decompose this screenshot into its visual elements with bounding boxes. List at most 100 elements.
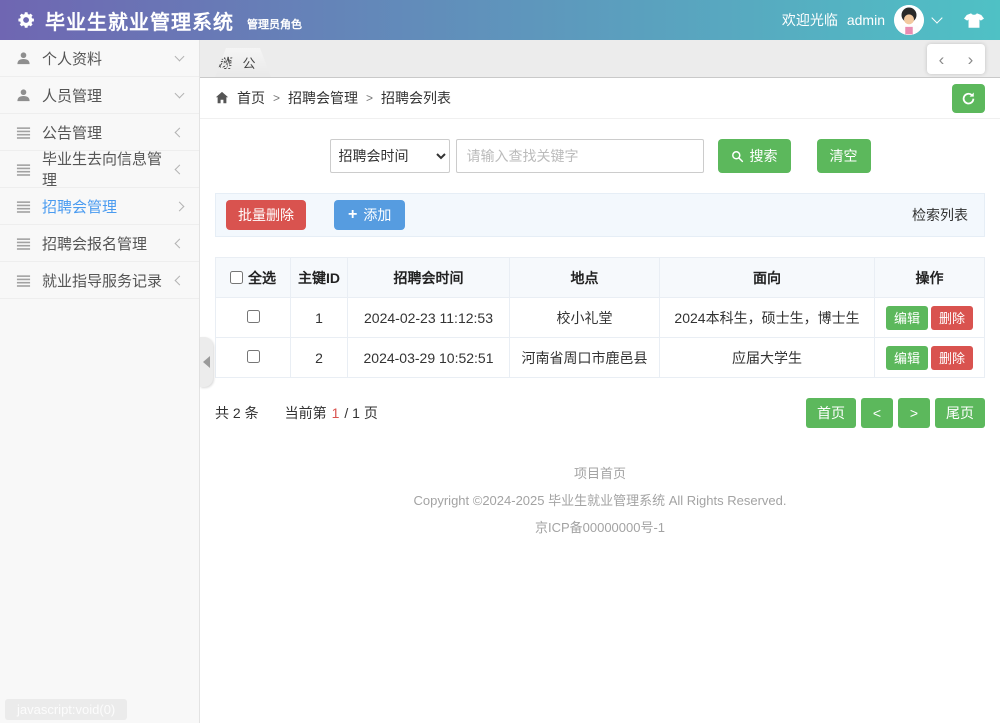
close-icon[interactable]: × [267,56,275,70]
row-checkbox[interactable] [247,350,260,363]
cell-location: 校小礼堂 [510,298,660,338]
table-toolbar: 批量删除 + 添加 检索列表 [215,193,985,237]
current-page-suffix: / 1 页 [344,403,377,423]
username: admin [847,12,885,28]
list-hint: 检索列表 [912,205,974,225]
breadcrumb-home[interactable]: 首页 [237,88,265,108]
sidebar-item-graduate-destination[interactable]: 毕业生去向信息管理 [0,151,199,188]
cell-id: 2 [291,338,348,378]
cell-time: 2024-03-29 10:52:51 [348,338,510,378]
sidebar-item-label: 人员管理 [42,85,102,106]
breadcrumb-job-fair-mgmt[interactable]: 招聘会管理 [288,88,358,108]
role-badge: 管理员角色 [247,16,302,32]
search-input[interactable] [456,139,704,173]
column-header: 主键ID [291,258,348,298]
search-icon [731,150,744,163]
column-header: 面向 [660,258,875,298]
chevron-down-icon [175,88,185,98]
search-button[interactable]: 搜索 [718,139,791,173]
user-icon [16,50,32,66]
tab-label: 公 [243,53,256,72]
chevron-down-icon [175,51,185,61]
welcome-text: 欢迎光临 [782,10,838,30]
page-footer: 项目首页 Copyright ©2024-2025 毕业生就业管理系统 All … [215,464,985,538]
search-bar: 招聘会时间 搜索 清空 [215,139,985,173]
next-page-button[interactable]: > [898,398,930,428]
list-icon [16,198,32,214]
close-icon[interactable]: × [271,56,279,70]
close-icon[interactable]: × [278,56,286,70]
row-checkbox[interactable] [247,310,260,323]
sidebar-collapse-handle[interactable] [200,337,213,387]
user-menu-chevron-icon[interactable] [931,12,942,23]
home-icon [215,91,229,105]
sidebar-item-guidance-records[interactable]: 就业指导服务记录 [0,262,199,299]
tab-scroll-arrows: ‹ › [927,44,985,74]
job-fair-table: 全选 主键ID 招聘会时间 地点 面向 操作 1 2024-02-23 11:1… [215,257,985,378]
column-header: 操作 [875,258,985,298]
column-header: 地点 [510,258,660,298]
batch-delete-button[interactable]: 批量删除 [226,200,306,230]
sidebar-item-label: 招聘会报名管理 [42,233,147,254]
footer-copyright: Copyright ©2024-2025 毕业生就业管理系统 All Right… [215,491,985,512]
prev-page-button[interactable]: < [861,398,893,428]
last-page-button[interactable]: 尾页 [935,398,985,428]
column-header: 全选 [248,268,276,288]
table-row: 1 2024-02-23 11:12:53 校小礼堂 2024本科生，硕士生，博… [216,298,985,338]
current-page-prefix: 当前第 [285,403,327,423]
tab-bar: 我的桌面 修改个人资料× 修改密码× 学生管理× 教师管理× 管理员管理× 公 … [200,40,1000,78]
search-button-label: 搜索 [750,146,778,166]
edit-button[interactable]: 编辑 [886,346,928,370]
breadcrumb-separator: > [273,91,280,105]
sidebar: 个人资料 人员管理 公告管理 毕业生去向信息管理 招聘会管理 招聘会报名管理 [0,40,200,723]
edit-button[interactable]: 编辑 [886,306,928,330]
theme-shirt-icon[interactable] [964,12,984,29]
clear-button[interactable]: 清空 [817,139,871,173]
app-title: 毕业生就业管理系统 [45,6,234,35]
list-icon [16,124,32,140]
chevron-left-icon [175,275,185,285]
sidebar-item-profile[interactable]: 个人资料 [0,40,199,77]
cell-time: 2024-02-23 11:12:53 [348,298,510,338]
table-header-row: 全选 主键ID 招聘会时间 地点 面向 操作 [216,258,985,298]
sidebar-item-announcements[interactable]: 公告管理 [0,114,199,151]
gear-icon [16,10,36,30]
plus-icon: + [348,207,357,223]
close-icon[interactable]: × [269,56,277,70]
cell-location: 河南省周口市鹿邑县 [510,338,660,378]
add-button[interactable]: + 添加 [334,200,405,230]
sidebar-item-label: 公告管理 [42,122,102,143]
select-all-checkbox[interactable] [230,271,243,284]
list-icon [16,235,32,251]
breadcrumb-separator: > [366,91,373,105]
chevron-left-icon [175,127,185,137]
sidebar-item-label: 个人资料 [42,48,102,69]
first-page-button[interactable]: 首页 [806,398,856,428]
delete-button[interactable]: 删除 [931,346,973,370]
column-header: 招聘会时间 [348,258,510,298]
sidebar-item-job-fair-signup[interactable]: 招聘会报名管理 [0,225,199,262]
chevron-left-icon [175,164,185,174]
cell-audience: 应届大学生 [660,338,875,378]
sidebar-item-personnel[interactable]: 人员管理 [0,77,199,114]
breadcrumb: 首页 > 招聘会管理 > 招聘会列表 [200,78,1000,119]
sidebar-item-job-fair[interactable]: 招聘会管理 [0,188,199,225]
search-field-select[interactable]: 招聘会时间 [330,139,450,173]
topbar: 毕业生就业管理系统 管理员角色 欢迎光临 admin [0,0,1000,40]
delete-button[interactable]: 删除 [931,306,973,330]
sidebar-item-label: 就业指导服务记录 [42,270,162,291]
avatar[interactable] [894,5,924,35]
pagination: 共 2 条 当前第 1 / 1 页 首页 < > 尾页 [215,398,985,428]
footer-icp: 京ICP备00000000号-1 [215,518,985,539]
tab-scroll-right-icon[interactable]: › [968,51,974,68]
chevron-left-icon [175,238,185,248]
list-icon [16,272,32,288]
status-bar-link-preview: javascript:void(0) [5,699,127,720]
batch-delete-label: 批量删除 [238,205,294,225]
close-icon[interactable]: × [279,56,287,70]
refresh-button[interactable] [952,84,985,113]
chevron-right-icon [175,201,185,211]
cell-audience: 2024本科生，硕士生，博士生 [660,298,875,338]
total-count-text: 共 2 条 [215,403,259,423]
tab-scroll-left-icon[interactable]: ‹ [939,51,945,68]
